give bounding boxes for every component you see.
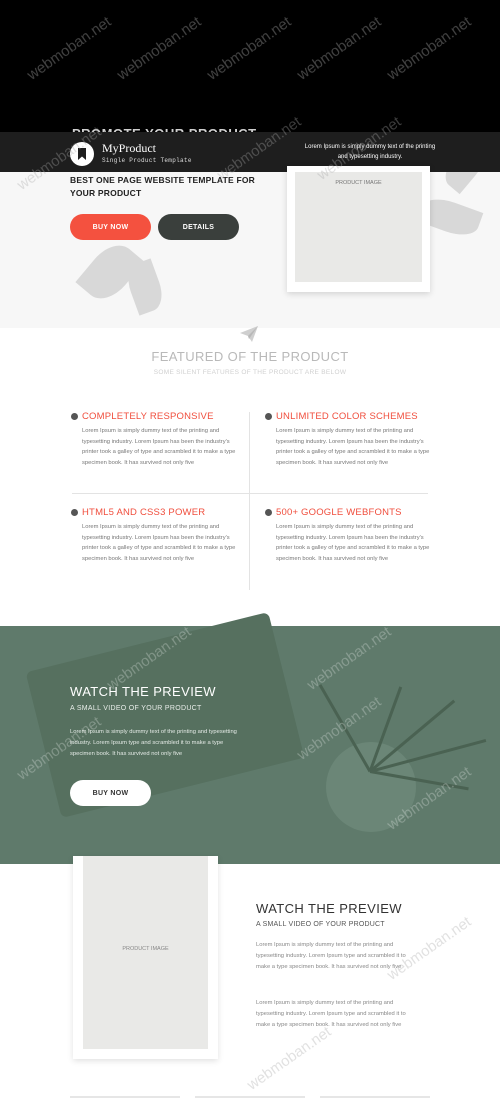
- features-title: FEATURED OF THE PRODUCT: [151, 349, 349, 364]
- bookmark-icon: [78, 148, 86, 160]
- preview-product-image: PRODUCT IMAGE: [73, 856, 218, 1059]
- preview-subtitle: A SMALL VIDEO OF YOUR PRODUCT: [256, 921, 385, 928]
- bullet-icon: [265, 509, 272, 516]
- paper-plane-icon: [240, 326, 258, 342]
- feature-item: 500+ GOOGLE WEBFONTS Lorem Ipsum is simp…: [265, 507, 435, 577]
- page: PROMOTE YOUR PRODUCT TEMPLATE MyProduct …: [0, 0, 500, 1100]
- logo-badge[interactable]: [70, 142, 94, 166]
- video-text: Lorem Ipsum is simply dummy text of the …: [70, 729, 237, 757]
- feature-item: UNLIMITED COLOR SCHEMES Lorem Ipsum is s…: [265, 411, 435, 481]
- feature-text: Lorem Ipsum is simply dummy text of the …: [82, 524, 236, 562]
- brand-name[interactable]: MyProduct: [102, 141, 156, 156]
- feature-title: 500+ GOOGLE WEBFONTS: [276, 507, 402, 518]
- video-subtitle: A SMALL VIDEO OF YOUR PRODUCT: [70, 705, 202, 712]
- top-black-band: [0, 0, 500, 132]
- hero-product-image: PRODUCT IMAGE: [287, 166, 430, 292]
- preview-paragraph: Lorem Ipsum is simply dummy text of the …: [256, 1000, 406, 1028]
- bullet-icon: [71, 509, 78, 516]
- footer-divider: [195, 1096, 305, 1098]
- features-divider-vertical: [249, 412, 250, 590]
- product-image-placeholder: PRODUCT IMAGE: [295, 172, 422, 282]
- footer-divider: [320, 1096, 430, 1098]
- video-buy-now-button[interactable]: BUY NOW: [70, 780, 151, 806]
- feature-item: COMPLETELY RESPONSIVE Lorem Ipsum is sim…: [71, 411, 241, 481]
- bullet-icon: [265, 413, 272, 420]
- feature-title: COMPLETELY RESPONSIVE: [82, 411, 214, 422]
- product-image-placeholder: PRODUCT IMAGE: [83, 856, 208, 1049]
- product-image-label: PRODUCT IMAGE: [335, 180, 382, 186]
- preview-title: WATCH THE PREVIEW: [256, 901, 402, 916]
- watermark: webmoban.net: [244, 1023, 335, 1094]
- feature-title: UNLIMITED COLOR SCHEMES: [276, 411, 418, 422]
- product-image-label: PRODUCT IMAGE: [122, 946, 169, 952]
- details-button[interactable]: DETAILS: [158, 214, 239, 240]
- bullet-icon: [71, 413, 78, 420]
- footer-divider: [70, 1096, 180, 1098]
- features-divider-horizontal: [72, 493, 428, 494]
- feature-title: HTML5 AND CSS3 POWER: [82, 507, 206, 518]
- preview-paragraph: Lorem Ipsum is simply dummy text of the …: [256, 942, 406, 970]
- buy-now-button[interactable]: BUY NOW: [70, 214, 151, 240]
- brand-tagline: Single Product Template: [102, 157, 192, 164]
- hero-title: BEST ONE PAGE WEBSITE TEMPLATE FOR YOUR …: [70, 175, 255, 198]
- feature-text: Lorem Ipsum is simply dummy text of the …: [276, 524, 430, 562]
- features-subtitle: SOME SILENT FEATURES OF THE PRODUCT ARE …: [153, 369, 347, 376]
- video-title: WATCH THE PREVIEW: [70, 684, 216, 699]
- plant-background-graphic: [326, 742, 416, 832]
- feature-text: Lorem Ipsum is simply dummy text of the …: [276, 428, 430, 466]
- feature-text: Lorem Ipsum is simply dummy text of the …: [82, 428, 236, 466]
- feature-item: HTML5 AND CSS3 POWER Lorem Ipsum is simp…: [71, 507, 241, 577]
- navbar-description: Lorem Ipsum is simply dummy text of the …: [304, 144, 436, 160]
